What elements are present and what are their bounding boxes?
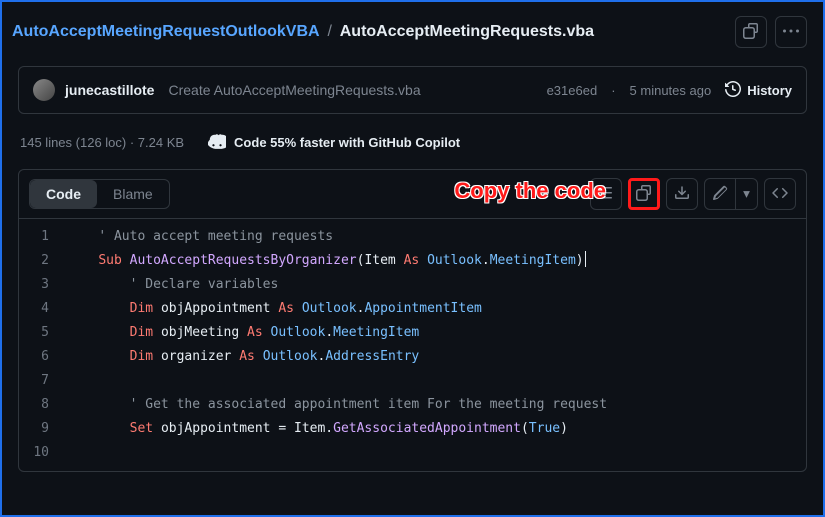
code-line[interactable]: 6 Dim organizer As Outlook.AddressEntry [19, 345, 806, 369]
code-content[interactable]: Dim objAppointment As Outlook.Appointmen… [67, 297, 806, 321]
copy-file-button[interactable] [628, 178, 660, 210]
file-meta-row: 145 lines (126 loc) · 7.24 KB Code 55% f… [2, 114, 823, 165]
history-icon [725, 81, 741, 100]
line-number[interactable]: 10 [19, 441, 67, 465]
code-content[interactable]: Sub AutoAcceptRequestsByOrganizer(Item A… [67, 249, 806, 273]
commit-author[interactable]: junecastillote [65, 82, 154, 98]
code-content[interactable] [67, 369, 806, 393]
code-content[interactable]: ' Auto accept meeting requests [67, 225, 806, 249]
history-link[interactable]: History [725, 81, 792, 100]
annotation-label: Copy the code [454, 178, 606, 204]
code-content[interactable]: ' Get the associated appointment item Fo… [67, 393, 806, 417]
file-header: AutoAcceptMeetingRequestOutlookVBA / Aut… [2, 2, 823, 58]
copilot-promo[interactable]: Code 55% faster with GitHub Copilot [208, 132, 460, 153]
breadcrumb-file: AutoAcceptMeetingRequests.vba [340, 23, 594, 40]
code-line[interactable]: 5 Dim objMeeting As Outlook.MeetingItem [19, 321, 806, 345]
line-number[interactable]: 5 [19, 321, 67, 345]
raw-icon [598, 185, 614, 204]
commit-dot: · [611, 83, 615, 98]
line-number[interactable]: 7 [19, 369, 67, 393]
symbols-button[interactable] [764, 178, 796, 210]
code-line[interactable]: 10 [19, 441, 806, 465]
copilot-text: Code 55% faster with GitHub Copilot [234, 135, 460, 150]
code-line[interactable]: 2 Sub AutoAcceptRequestsByOrganizer(Item… [19, 249, 806, 273]
line-number[interactable]: 8 [19, 393, 67, 417]
code-box: Code Blame Copy the code [18, 169, 807, 472]
breadcrumb-sep: / [327, 23, 331, 40]
line-number[interactable]: 4 [19, 297, 67, 321]
breadcrumb-repo[interactable]: AutoAcceptMeetingRequestOutlookVBA [12, 23, 319, 40]
code-line[interactable]: 8 ' Get the associated appointment item … [19, 393, 806, 417]
line-number[interactable]: 1 [19, 225, 67, 249]
avatar[interactable] [33, 79, 55, 101]
raw-button[interactable] [590, 178, 622, 210]
kebab-icon [783, 23, 799, 42]
commit-message[interactable]: Create AutoAcceptMeetingRequests.vba [168, 82, 420, 98]
text-cursor [585, 251, 586, 267]
file-stats: 145 lines (126 loc) · 7.24 KB [20, 135, 184, 150]
tab-blame[interactable]: Blame [97, 180, 169, 208]
commit-time: 5 minutes ago [630, 83, 712, 98]
code-content[interactable]: Set objAppointment = Item.GetAssociatedA… [67, 417, 806, 441]
line-number[interactable]: 3 [19, 273, 67, 297]
code-toolbar: Code Blame Copy the code [19, 170, 806, 219]
copy-path-button[interactable] [735, 16, 767, 48]
code-line[interactable]: 4 Dim objAppointment As Outlook.Appointm… [19, 297, 806, 321]
code-line[interactable]: 7 [19, 369, 806, 393]
code-content[interactable] [67, 441, 806, 465]
code-area[interactable]: 1 ' Auto accept meeting requests2 Sub Au… [19, 219, 806, 471]
symbols-icon [772, 185, 788, 204]
code-line[interactable]: 9 Set objAppointment = Item.GetAssociate… [19, 417, 806, 441]
edit-dropdown-button[interactable]: ▾ [735, 179, 757, 209]
history-label: History [747, 83, 792, 98]
edit-button-group: ▾ [704, 178, 758, 210]
breadcrumb: AutoAcceptMeetingRequestOutlookVBA / Aut… [12, 23, 727, 41]
code-content[interactable]: Dim objMeeting As Outlook.MeetingItem [67, 321, 806, 345]
copy-icon [636, 185, 652, 204]
code-line[interactable]: 3 ' Declare variables [19, 273, 806, 297]
download-button[interactable] [666, 178, 698, 210]
commit-sha[interactable]: e31e6ed [547, 83, 598, 98]
code-content[interactable]: ' Declare variables [67, 273, 806, 297]
tab-code[interactable]: Code [30, 180, 97, 208]
line-number[interactable]: 6 [19, 345, 67, 369]
line-number[interactable]: 9 [19, 417, 67, 441]
view-tab-group: Code Blame [29, 179, 170, 209]
caret-down-icon: ▾ [743, 186, 750, 202]
code-line[interactable]: 1 ' Auto accept meeting requests [19, 225, 806, 249]
latest-commit-row: junecastillote Create AutoAcceptMeetingR… [18, 66, 807, 114]
code-content[interactable]: Dim organizer As Outlook.AddressEntry [67, 345, 806, 369]
line-number[interactable]: 2 [19, 249, 67, 273]
edit-button[interactable] [705, 179, 735, 209]
more-button[interactable] [775, 16, 807, 48]
copy-icon [743, 23, 759, 42]
download-icon [674, 185, 690, 204]
pencil-icon [712, 185, 728, 204]
copilot-icon [208, 132, 226, 153]
